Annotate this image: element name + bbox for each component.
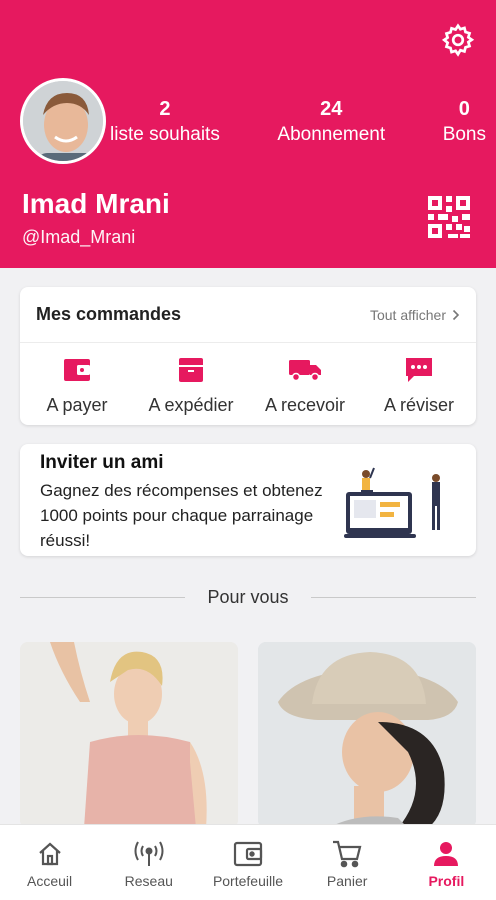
nav-item-cart[interactable]: Panier xyxy=(299,839,395,889)
profile-stats: 2 liste souhaits 24 Abonnement 0 Bons xyxy=(110,96,486,148)
chat-icon xyxy=(406,358,432,382)
nav-label: Portefeuille xyxy=(212,873,283,889)
nav-item-network[interactable]: Reseau xyxy=(101,839,197,889)
product-card[interactable] xyxy=(20,642,238,828)
orders-card: Mes commandes Tout afficher A payer A ex… xyxy=(20,287,476,425)
orders-title: Mes commandes xyxy=(36,304,182,324)
truck-icon xyxy=(289,360,321,382)
box-icon xyxy=(179,358,203,382)
order-label: A payer xyxy=(46,395,108,415)
product-image xyxy=(20,642,238,828)
home-icon xyxy=(38,842,61,866)
order-to-review[interactable]: A réviser xyxy=(364,351,474,416)
nav-item-wallet[interactable]: Portefeuille xyxy=(200,839,296,889)
antenna-icon xyxy=(134,841,164,866)
nav-label: Reseau xyxy=(124,873,173,889)
invite-card[interactable]: Inviter un ami Gagnez des récompenses et… xyxy=(20,444,476,556)
see-all-link[interactable]: Tout afficher xyxy=(370,307,460,323)
nav-item-home[interactable]: Acceuil xyxy=(2,839,98,889)
divider-line xyxy=(20,596,186,598)
user-handle: @Imad_Mrani xyxy=(22,227,136,247)
avatar-photo xyxy=(23,81,103,161)
profile-header: 2 liste souhaits 24 Abonnement 0 Bons Im… xyxy=(0,0,496,268)
bottom-navigation: Acceuil Reseau Portefeuille Panier Profi… xyxy=(0,824,496,900)
nav-label: Panier xyxy=(326,873,368,889)
nav-item-profile[interactable]: Profil xyxy=(398,839,494,889)
invite-text: Gagnez des récompenses et obtenez 1000 p… xyxy=(40,481,323,550)
invite-illustration xyxy=(344,467,440,538)
orders-header: Mes commandes Tout afficher xyxy=(20,287,476,343)
product-card[interactable] xyxy=(258,642,476,828)
gear-icon[interactable] xyxy=(440,22,476,58)
avatar[interactable] xyxy=(20,78,106,164)
see-all-label: Tout afficher xyxy=(369,306,446,323)
stat-value: 2 xyxy=(159,98,171,120)
order-label: A réviser xyxy=(383,395,455,415)
stat-wishlist[interactable]: 2 liste souhaits xyxy=(110,96,220,148)
product-image xyxy=(258,642,476,828)
order-label: A expédier xyxy=(148,395,234,415)
orders-row: A payer A expédier A recevoir A réviser xyxy=(20,343,476,416)
stat-value: 24 xyxy=(320,98,343,120)
order-to-receive[interactable]: A recevoir xyxy=(250,351,360,416)
stat-value: 0 xyxy=(458,98,470,120)
section-title: Pour vous xyxy=(207,586,289,607)
user-name: Imad Mrani xyxy=(22,188,170,219)
cart-icon xyxy=(333,840,362,868)
nav-label: Acceuil xyxy=(27,873,73,889)
wallet-icon xyxy=(64,359,90,381)
divider-line xyxy=(310,596,477,598)
person-icon xyxy=(434,842,459,866)
order-to-ship[interactable]: A expédier xyxy=(136,351,246,416)
stat-vouchers[interactable]: 0 Bons xyxy=(443,96,486,148)
chevron-right-icon xyxy=(452,309,460,320)
qr-code-icon[interactable] xyxy=(426,194,472,240)
stat-label: Abonnement xyxy=(277,124,386,145)
section-divider: Pour vous xyxy=(20,586,477,608)
wallet-icon xyxy=(233,841,263,867)
stat-label: liste souhaits xyxy=(110,124,220,145)
invite-title: Inviter un ami xyxy=(40,452,164,473)
order-to-pay[interactable]: A payer xyxy=(22,351,132,416)
stat-subscriptions[interactable]: 24 Abonnement xyxy=(277,96,385,148)
order-label: A recevoir xyxy=(264,395,346,415)
nav-label: Profil xyxy=(428,873,465,889)
stat-label: Bons xyxy=(442,124,486,145)
